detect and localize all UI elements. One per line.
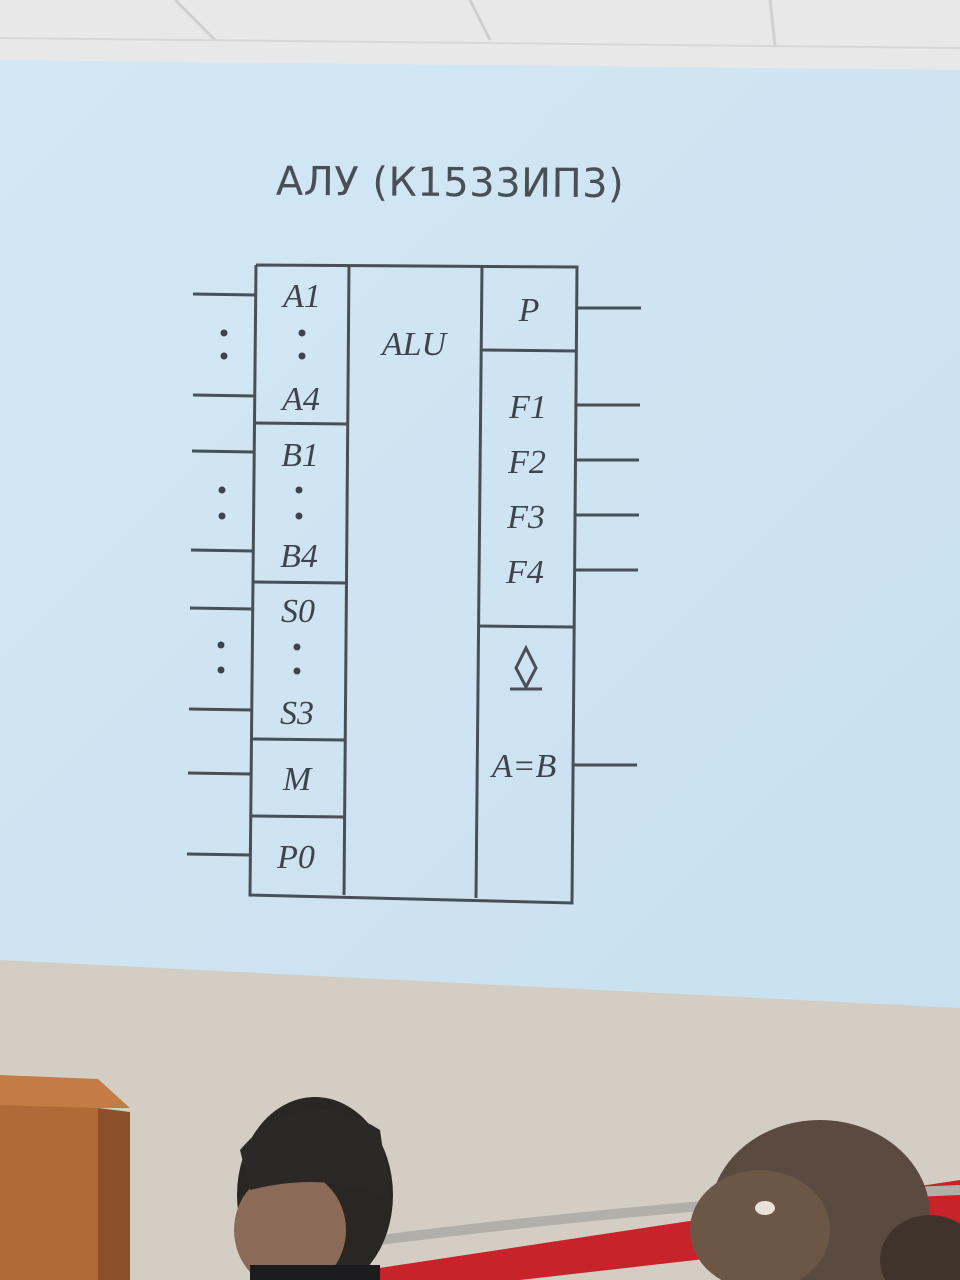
lectern — [0, 1075, 130, 1280]
audience-head — [234, 1097, 393, 1280]
audience-foreground — [0, 1075, 960, 1280]
